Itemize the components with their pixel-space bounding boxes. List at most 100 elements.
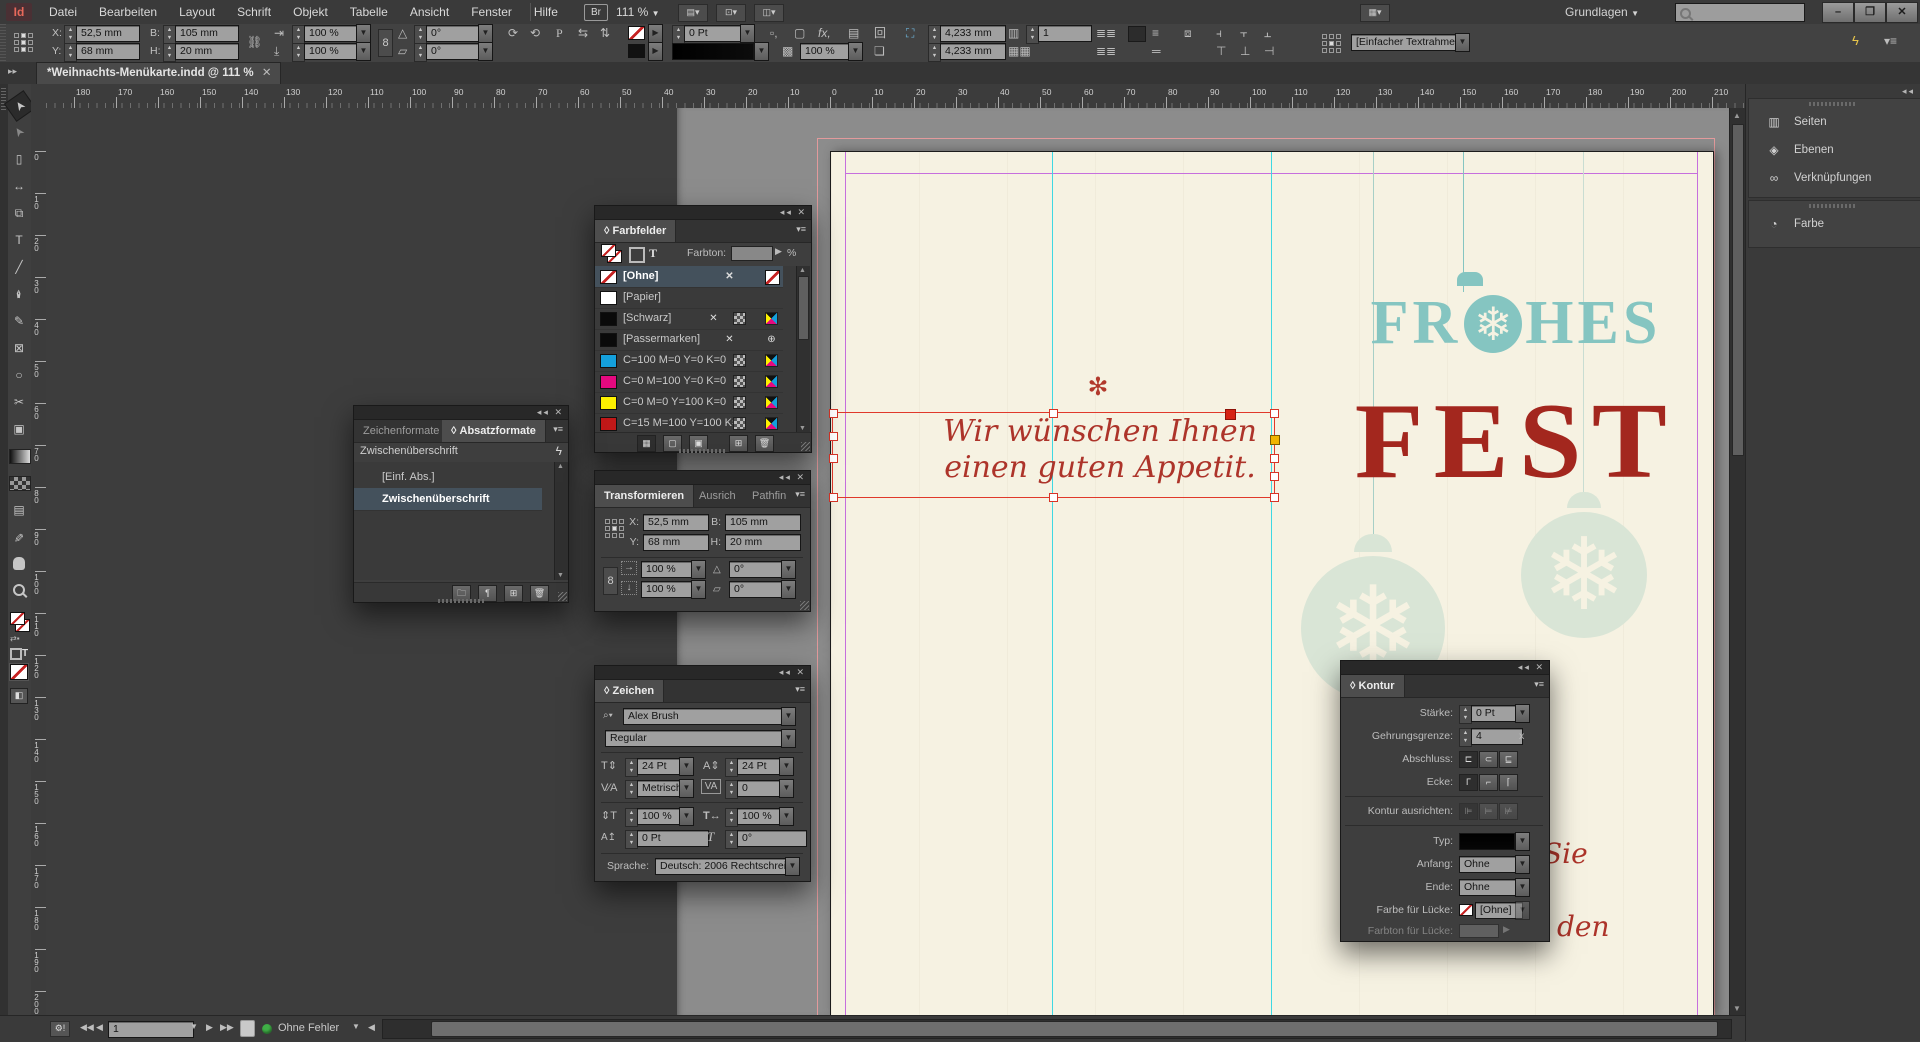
- page-number-field[interactable]: 1: [108, 1021, 194, 1038]
- frame-fitting-icon[interactable]: ⛶: [906, 24, 914, 42]
- show-all-swatches-button[interactable]: ▦: [637, 435, 656, 452]
- control-panel-menu-icon[interactable]: ▾≡: [1884, 32, 1897, 50]
- collapse-icon[interactable]: ◂◂: [537, 407, 550, 417]
- preflight-menu-icon[interactable]: ⚙!: [50, 1021, 70, 1037]
- style-row[interactable]: Zwischenüberschrift: [354, 488, 542, 511]
- y-field[interactable]: 68 mm: [643, 534, 709, 551]
- minimize-button[interactable]: –: [1822, 2, 1854, 23]
- style-row[interactable]: [Einf. Abs.]: [354, 466, 542, 489]
- panel-resize-handle[interactable]: [801, 442, 810, 451]
- align-stroke-icon[interactable]: ▤: [848, 24, 859, 42]
- gradient-feather-tool[interactable]: [9, 476, 31, 491]
- font-name-dropdown[interactable]: ▼: [781, 707, 796, 726]
- shear-field[interactable]: 0°: [729, 581, 789, 598]
- link-scale-icon[interactable]: 8: [378, 29, 393, 57]
- panel-menu-icon[interactable]: ▾≡: [553, 424, 563, 435]
- gradient-swatch-tool[interactable]: [9, 449, 31, 464]
- width-field[interactable]: 105 mm: [175, 25, 239, 42]
- frame-handle[interactable]: [1270, 454, 1279, 463]
- baseline-field[interactable]: 4,233 mm: [940, 25, 1006, 42]
- gehrung-field[interactable]: 4: [1471, 728, 1523, 745]
- pen-tool[interactable]: ✒: [8, 284, 30, 304]
- menu-item-layout[interactable]: Layout: [168, 0, 226, 24]
- stroke-color-dropdown[interactable]: ▶: [648, 24, 663, 43]
- swatch-row[interactable]: [Schwarz]✕: [595, 308, 783, 330]
- scroll-down-icon[interactable]: ▼: [557, 572, 564, 579]
- frame-handle[interactable]: [829, 493, 838, 502]
- panel-grip[interactable]: [438, 599, 484, 603]
- join-miter-button[interactable]: Γ: [1459, 774, 1478, 791]
- opacity-field[interactable]: 100 %: [800, 43, 854, 60]
- new-swatch-button[interactable]: ⊞: [729, 435, 748, 452]
- tab-zeichenformate[interactable]: Zeichenformate: [354, 420, 448, 442]
- align-center-icon[interactable]: ⫟: [1240, 24, 1247, 42]
- tab-kontur[interactable]: ◊ Kontur: [1341, 675, 1405, 697]
- last-page-button[interactable]: ▶▶: [220, 1022, 234, 1033]
- close-icon[interactable]: ✕: [1535, 662, 1545, 672]
- constrain-proportions-icon[interactable]: ⛓: [247, 33, 262, 51]
- stroke-weight-field[interactable]: 0 Pt: [684, 25, 746, 42]
- luecke-farbe-dropdown[interactable]: ▼: [1515, 901, 1530, 920]
- distribute-middle-icon[interactable]: ⊥: [1240, 42, 1250, 60]
- flip-vertical-icon[interactable]: ⇅: [600, 24, 610, 42]
- menu-item-fenster[interactable]: Fenster: [460, 0, 523, 24]
- cap-butt-button[interactable]: ⊏: [1459, 751, 1478, 768]
- apply-none-button[interactable]: [10, 664, 28, 680]
- gap-tint-slider-icon[interactable]: ▶: [1503, 924, 1510, 935]
- paragraph-align-icons[interactable]: ≣≣: [1096, 42, 1116, 60]
- stroke-type-field[interactable]: [1459, 833, 1515, 850]
- vertical-scrollbar-thumb[interactable]: [1732, 124, 1744, 456]
- rotation-field[interactable]: 0°: [426, 25, 484, 42]
- swatch-row[interactable]: C=0 M=100 Y=0 K=0: [595, 371, 783, 393]
- drop-shadow-icon[interactable]: ❏: [874, 42, 885, 60]
- control-bar-grip[interactable]: [0, 24, 6, 62]
- rotation-dropdown[interactable]: ▼: [478, 24, 493, 43]
- stroke-type-field[interactable]: [672, 43, 754, 60]
- object-style-field[interactable]: [Einfacher Textrahmen]: [1351, 34, 1461, 51]
- scroll-up-icon[interactable]: ▲: [799, 267, 806, 274]
- y-field[interactable]: 68 mm: [76, 43, 140, 60]
- panel-resize-handle[interactable]: [558, 592, 567, 601]
- content-collector-tool[interactable]: ⧉: [9, 202, 29, 224]
- page[interactable]: ❄ ❄ FR ❄ HES FEST ✻ Wir wünschen Ihnen e…: [830, 151, 1714, 1015]
- scroll-up-icon[interactable]: ▲: [557, 463, 564, 470]
- scale-y-field[interactable]: 100 %: [304, 43, 362, 60]
- tab-farbfelder[interactable]: ◊ Farbfelder: [595, 220, 676, 242]
- ende-field[interactable]: Ohne: [1459, 879, 1523, 896]
- stroke-color-swatch[interactable]: [628, 26, 645, 40]
- opacity-dropdown[interactable]: ▼: [848, 42, 863, 61]
- close-icon[interactable]: ✕: [796, 667, 806, 677]
- swatch-row[interactable]: [Passermarken]⊕✕: [595, 329, 783, 351]
- frame-handle[interactable]: [1270, 409, 1279, 418]
- swatch-row[interactable]: C=0 M=0 Y=100 K=0: [595, 392, 783, 414]
- panel-resize-handle[interactable]: [800, 601, 809, 610]
- farbton-field[interactable]: [731, 246, 773, 261]
- frame-corner-option-handle[interactable]: [1270, 435, 1280, 445]
- menu-item-ansicht[interactable]: Ansicht: [399, 0, 460, 24]
- dock-collapse-icon[interactable]: ◂◂: [1902, 86, 1915, 97]
- gap-tint-field[interactable]: [1459, 924, 1499, 938]
- width-field[interactable]: 105 mm: [725, 514, 801, 531]
- text-align-icons[interactable]: ≣≣: [1096, 24, 1116, 42]
- style-scrollbar[interactable]: ▲ ▼: [554, 462, 568, 580]
- swatch-row[interactable]: [Papier]: [595, 287, 783, 309]
- sidebar-item-farbe[interactable]: ◔Farbe: [1749, 211, 1920, 239]
- preflight-dropdown-icon[interactable]: ▼: [352, 1022, 360, 1031]
- ruler-guide-cyan-1[interactable]: [1052, 152, 1053, 1015]
- frame-handle[interactable]: [829, 432, 838, 441]
- fill-color-dropdown[interactable]: ▶: [648, 42, 663, 61]
- distribute-top-icon[interactable]: ⊤: [1216, 42, 1226, 60]
- object-style-dropdown[interactable]: ▼: [1455, 33, 1470, 52]
- menu-item-tabelle[interactable]: Tabelle: [339, 0, 399, 24]
- close-icon[interactable]: ✕: [796, 472, 806, 482]
- formatting-container-icon[interactable]: [10, 648, 22, 660]
- fx-icon[interactable]: fx,: [818, 24, 831, 42]
- font-style-dropdown[interactable]: ▼: [781, 729, 796, 748]
- effects-object-icon[interactable]: ▢: [794, 24, 805, 42]
- menu-item-datei[interactable]: Datei: [38, 0, 88, 24]
- direct-selection-tool[interactable]: ➤: [4, 117, 33, 146]
- x-field[interactable]: 52,5 mm: [76, 25, 140, 42]
- ellipse-tool[interactable]: ○: [9, 364, 29, 386]
- distribute-bottom-icon[interactable]: ⊣: [1264, 42, 1274, 60]
- swatch-row[interactable]: C=15 M=100 Y=100 K=0: [595, 413, 783, 433]
